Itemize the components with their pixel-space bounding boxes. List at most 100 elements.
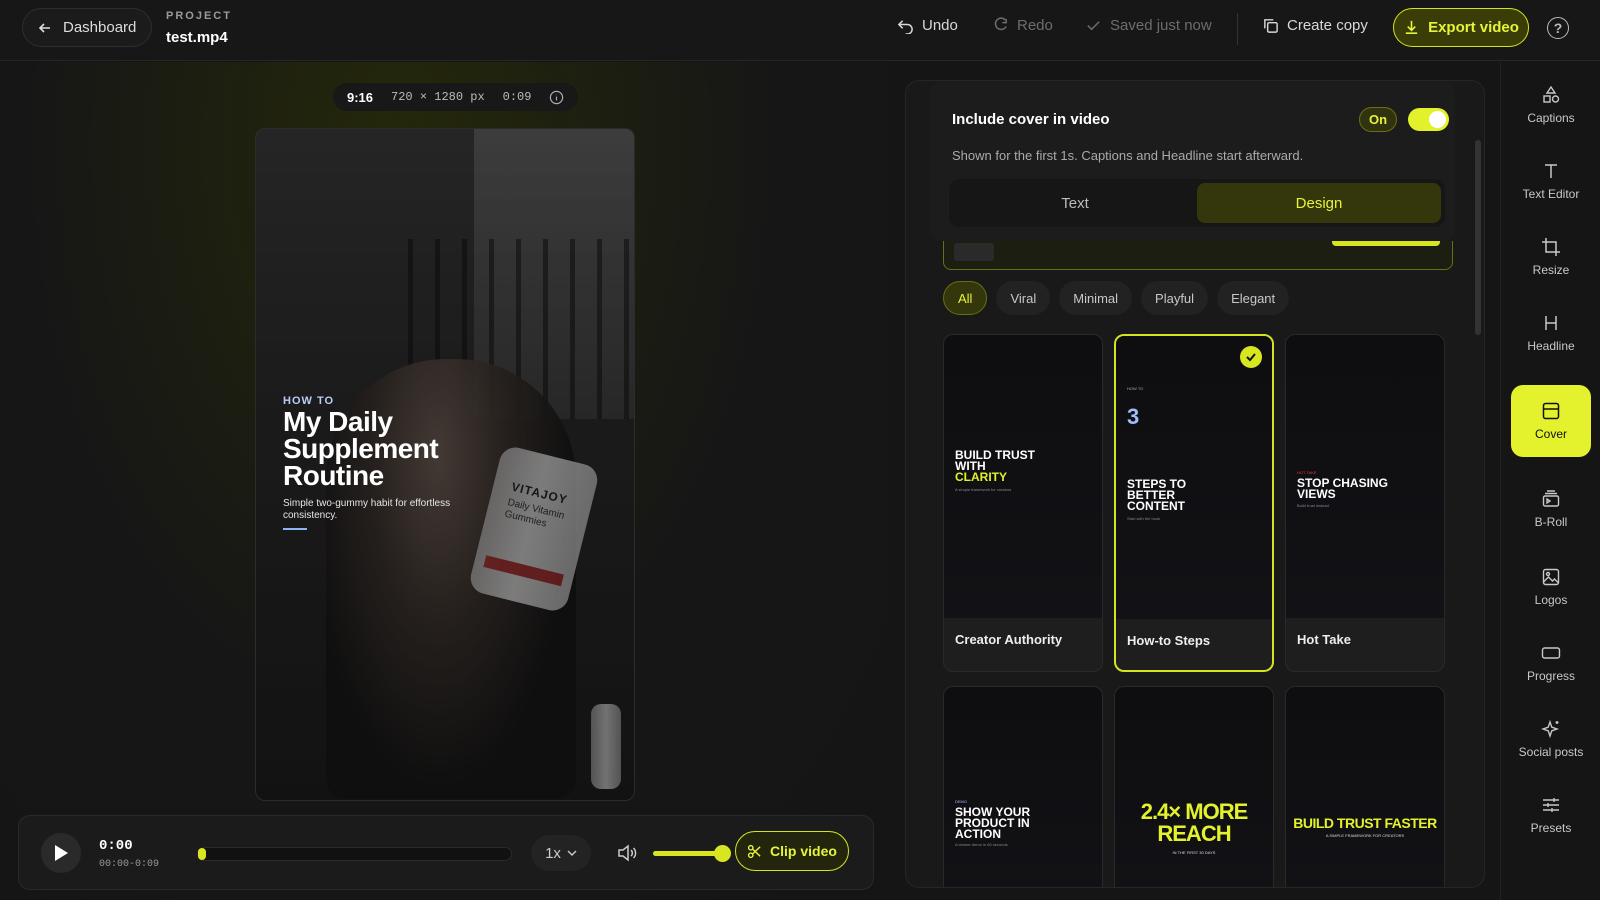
sidebar-item-label: Headline <box>1527 339 1575 353</box>
video-meta: 9:16 720 × 1280 px 0:09 <box>333 83 579 111</box>
template-card-build-trust-faster[interactable]: BUILD TRUST FASTER A SIMPLE FRAMEWORK FO… <box>1285 686 1445 887</box>
template-eyebrow: DEMO <box>955 799 967 804</box>
template-line: REACH <box>1157 821 1231 846</box>
clip-video-label: Clip video <box>770 843 837 859</box>
crop-icon <box>1542 238 1560 256</box>
sliders-icon <box>1543 798 1559 812</box>
timeline-track[interactable] <box>197 847 512 861</box>
top-bar: Dashboard PROJECT test.mp4 Undo Redo Sav… <box>0 0 1600 61</box>
sidebar-item-label: Logos <box>1534 593 1568 607</box>
redo-icon <box>994 17 1007 31</box>
redo-label: Redo <box>1017 17 1053 34</box>
filter-elegant[interactable]: Elegant <box>1217 281 1290 315</box>
player-controls: 0:00 00:00-0:09 1x Clip video <box>18 815 874 890</box>
template-card-reach-stat[interactable]: 2.4× MORE REACH IN THE FIRST 30 DAYS <box>1114 686 1274 887</box>
template-small-text: Build trust instead <box>1297 503 1329 508</box>
template-headline: BUILD TRUST WITH CLARITY <box>955 449 1035 484</box>
sidebar-item-logos[interactable]: Logos <box>1511 551 1591 623</box>
template-headline: BUILD TRUST FASTER <box>1293 815 1437 831</box>
volume-icon[interactable] <box>617 844 637 862</box>
sidebar-item-presets[interactable]: Presets <box>1511 779 1591 851</box>
sidebar-item-headline[interactable]: Headline <box>1511 297 1591 369</box>
template-eyebrow: HOW TO <box>1127 386 1144 391</box>
template-small-text: A SIMPLE FRAMEWORK FOR CREATORS <box>1325 833 1405 838</box>
play-icon <box>55 845 68 861</box>
sparkle-icon <box>1541 719 1560 739</box>
template-preview: BUILD TRUST WITH CLARITY A simple framew… <box>944 335 1102 618</box>
template-small-text: A clearer demo in 60 seconds <box>955 842 1008 847</box>
template-card-creator-authority[interactable]: BUILD TRUST WITH CLARITY A simple framew… <box>943 334 1103 672</box>
video-preview[interactable]: VITAJOY Daily Vitamin Gummies HOW TO My … <box>255 128 635 801</box>
sidebar-item-captions[interactable]: Captions <box>1511 69 1591 141</box>
sidebar-item-text-editor[interactable]: Text Editor <box>1511 145 1591 217</box>
sidebar-item-progress[interactable]: Progress <box>1511 627 1591 699</box>
saved-status: Saved just now <box>1085 17 1212 34</box>
template-headline: STOP CHASING VIEWS <box>1297 477 1388 500</box>
arrow-left-icon <box>38 22 50 33</box>
panel-scrollbar[interactable] <box>1475 140 1481 335</box>
template-card-product-demo[interactable]: DEMO SHOW YOUR PRODUCT IN ACTION A clear… <box>943 686 1103 887</box>
volume-slider[interactable] <box>653 845 731 862</box>
filter-all[interactable]: All <box>943 281 988 315</box>
filter-playful[interactable]: Playful <box>1141 281 1209 315</box>
template-preview: HOW TO 3 STEPS TO BETTER CONTENT Start w… <box>1116 336 1272 619</box>
tab-design[interactable]: Design <box>1197 183 1441 223</box>
template-preview: 2.4× MORE REACH IN THE FIRST 30 DAYS <box>1115 687 1273 887</box>
redo-button[interactable]: Redo <box>992 17 1053 34</box>
sidebar-item-resize[interactable]: Resize <box>1511 221 1591 293</box>
sidebar-item-label: Social posts <box>1518 745 1584 759</box>
back-to-dashboard-button[interactable]: Dashboard <box>22 8 152 47</box>
export-video-label: Export video <box>1428 19 1519 36</box>
cover-title: Include cover in video <box>952 111 1110 128</box>
video-duration: 0:09 <box>502 90 532 104</box>
cover-subtitle: Simple two-gummy habit for effortless co… <box>283 498 451 521</box>
template-card-how-to-steps[interactable]: HOW TO 3 STEPS TO BETTER CONTENT Start w… <box>1114 334 1274 672</box>
template-preview: BUILD TRUST FASTER A SIMPLE FRAMEWORK FO… <box>1286 687 1444 887</box>
template-preview: DEMO SHOW YOUR PRODUCT IN ACTION A clear… <box>944 687 1102 887</box>
sidebar-item-cover[interactable]: Cover <box>1511 385 1591 457</box>
template-name: Hot Take <box>1297 632 1351 647</box>
cover-underline <box>283 528 307 530</box>
template-line-accent: CLARITY <box>955 470 1007 484</box>
create-copy-label: Create copy <box>1287 17 1368 34</box>
info-icon[interactable] <box>549 90 564 105</box>
cover-settings-card: Include cover in video On Shown for the … <box>930 81 1455 241</box>
peek-accent-bar <box>1332 241 1440 246</box>
volume-knob[interactable] <box>714 845 731 862</box>
help-icon[interactable]: ? <box>1547 17 1569 39</box>
chevron-down-icon <box>567 850 577 856</box>
undo-button[interactable]: Undo <box>897 17 958 34</box>
filter-minimal[interactable]: Minimal <box>1059 281 1133 315</box>
download-icon <box>1405 20 1418 34</box>
export-video-button[interactable]: Export video <box>1393 8 1529 47</box>
template-small-text: A simple framework for creators <box>955 487 1012 492</box>
create-copy-button[interactable]: Create copy <box>1262 17 1368 34</box>
current-time: 0:00 <box>99 838 133 854</box>
template-small-text: IN THE FIRST 30 DAYS <box>1172 850 1216 855</box>
project-label: PROJECT <box>166 10 232 22</box>
undo-icon <box>897 20 913 34</box>
template-number: 3 <box>1127 404 1140 429</box>
template-line: ACTION <box>955 827 1001 841</box>
copy-icon <box>1264 19 1278 33</box>
template-name: How-to Steps <box>1127 633 1211 648</box>
project-name: test.mp4 <box>166 29 228 46</box>
template-line: 2.4× MORE <box>1140 799 1249 824</box>
selected-template-peek <box>943 241 1453 270</box>
include-cover-toggle[interactable] <box>1408 108 1449 131</box>
template-card-hot-take[interactable]: HOT TAKE STOP CHASING VIEWS Build trust … <box>1285 334 1445 672</box>
filter-viral[interactable]: Viral <box>996 281 1051 315</box>
sidebar-item-label: Resize <box>1532 263 1570 277</box>
template-name: Creator Authority <box>955 632 1063 647</box>
scissors-icon <box>747 844 761 858</box>
tab-text[interactable]: Text <box>953 183 1197 223</box>
cover-title-text: My Daily Supplement Routine <box>283 406 439 491</box>
cover-description: Shown for the first 1s. Captions and Hea… <box>952 148 1304 163</box>
clip-video-button[interactable]: Clip video <box>735 831 849 871</box>
template-preview: HOT TAKE STOP CHASING VIEWS Build trust … <box>1286 335 1444 618</box>
sidebar-item-social-posts[interactable]: Social posts <box>1511 703 1591 775</box>
text-icon <box>1545 164 1557 178</box>
speed-select[interactable]: 1x <box>531 835 591 871</box>
play-button[interactable] <box>41 833 81 873</box>
sidebar-item-b-roll[interactable]: B-Roll <box>1511 473 1591 545</box>
